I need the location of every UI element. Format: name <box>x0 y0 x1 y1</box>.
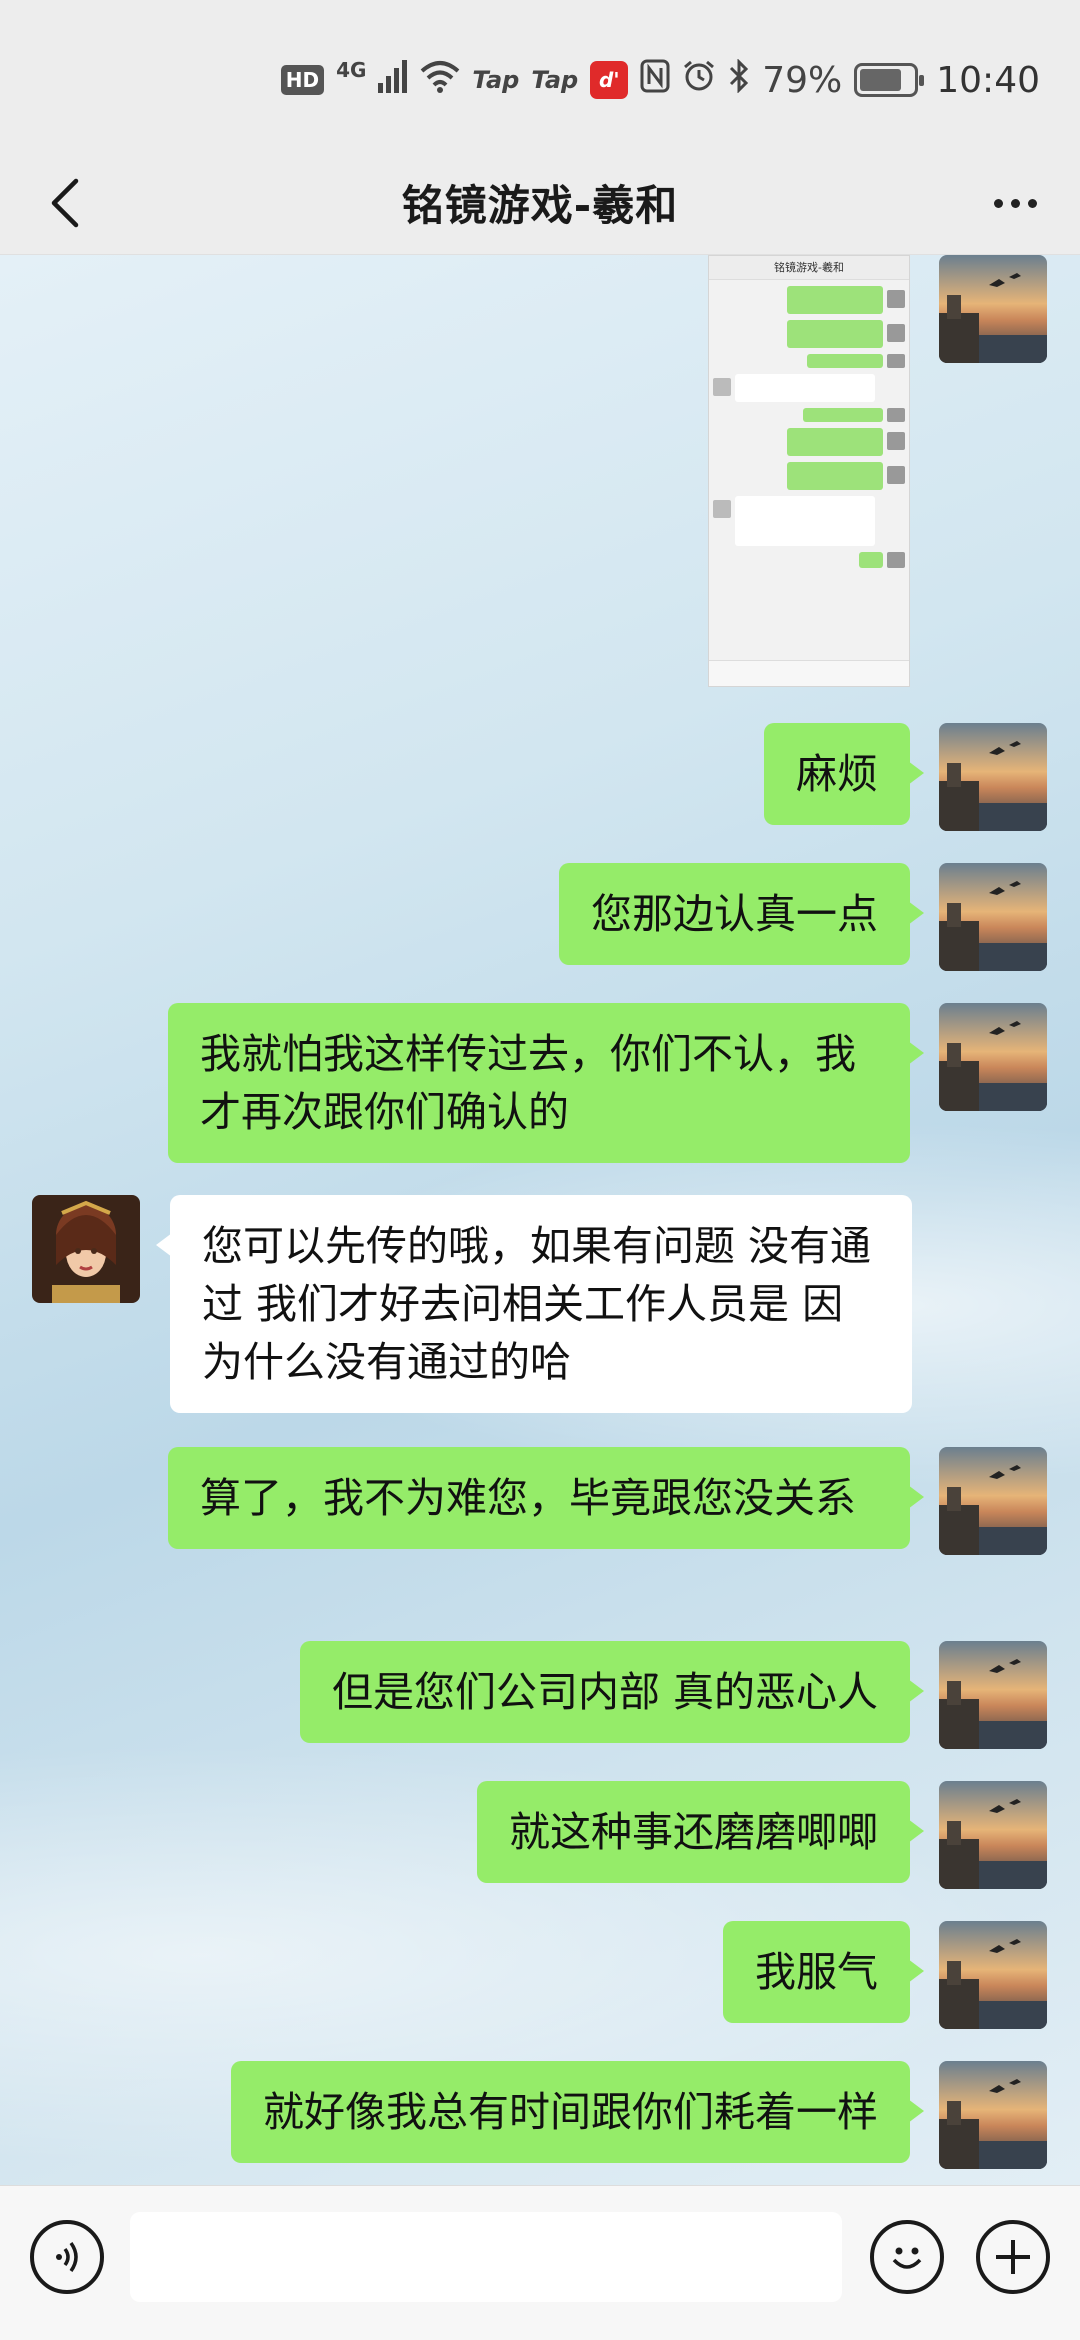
emoji-icon <box>892 2247 922 2269</box>
contact-avatar[interactable] <box>32 1195 140 1303</box>
avatar[interactable] <box>939 863 1047 971</box>
avatar[interactable] <box>939 1003 1047 1111</box>
plus-button[interactable] <box>976 2220 1050 2294</box>
status-icons: HD 4G Tap Tap d' 79% 10:40 <box>280 52 1040 108</box>
message-bubble-mine[interactable]: 我就怕我这样传过去，你们不认，我才再次跟你们确认的 <box>168 1003 924 1163</box>
status-bar: HD 4G Tap Tap d' 79% 10:40 <box>0 0 1080 150</box>
message-bubble-mine[interactable]: 麻烦 <box>764 723 924 825</box>
nfc-icon <box>640 59 670 102</box>
signal-icon <box>378 59 408 102</box>
hd-badge: HD <box>280 65 325 95</box>
bluetooth-icon <box>728 57 750 102</box>
alarm-icon <box>682 59 716 102</box>
message-bubble-mine[interactable]: 但是您们公司内部 真的恶心人 <box>299 1641 925 1743</box>
avatar[interactable] <box>939 255 1047 363</box>
message-bubble-mine[interactable]: 就这种事还磨磨唧唧 <box>477 1781 924 1883</box>
avatar[interactable] <box>939 723 1047 831</box>
avatar[interactable] <box>939 2061 1047 2169</box>
chevron-left-icon <box>51 178 79 228</box>
message-bubble-mine[interactable]: 就好像我总有时间跟你们耗着一样 <box>231 2061 924 2163</box>
avatar[interactable] <box>939 1921 1047 2029</box>
message-input[interactable] <box>130 2212 842 2302</box>
battery-icon <box>854 63 925 97</box>
plus-icon <box>996 2240 1030 2274</box>
chat-title: 铭镜游戏-羲和 <box>401 180 679 230</box>
message-bubble-mine[interactable]: 算了，我不为难您，毕竟跟您没关系 <box>168 1447 924 1549</box>
voice-icon <box>56 2241 78 2273</box>
more-button[interactable] <box>980 168 1050 238</box>
thumbnail-input-bar <box>709 660 909 686</box>
chat-header: 铭镜游戏-羲和 <box>0 150 1080 255</box>
taptap-icon-2: Tap <box>531 66 579 94</box>
message-bubble-theirs[interactable]: 您可以先传的哦，如果有问题 没有通过 我们才好去问相关工作人员是 因为什么没有通… <box>156 1195 912 1413</box>
input-bar <box>0 2185 1080 2340</box>
wifi-icon <box>420 59 460 102</box>
network-4g-icon: 4G <box>336 58 367 82</box>
more-dot <box>1010 198 1020 208</box>
clock: 10:40 <box>936 59 1040 101</box>
more-dots-icon <box>993 198 1003 208</box>
image-message[interactable]: 铭镜游戏-羲和 <box>708 255 910 687</box>
chat-area[interactable]: 铭镜游戏-羲和 麻烦 您那边认真一点 我就怕我这样传过去，你们不认，我才再次跟你… <box>0 255 1080 2185</box>
more-dot <box>1027 198 1037 208</box>
avatar[interactable] <box>939 1641 1047 1749</box>
message-bubble-mine[interactable]: 我服气 <box>723 1921 924 2023</box>
avatar[interactable] <box>939 1447 1047 1555</box>
back-button[interactable] <box>30 168 100 238</box>
app-notification-icon: d' <box>590 61 629 99</box>
voice-button[interactable] <box>30 2220 104 2294</box>
message-bubble-mine[interactable]: 您那边认真一点 <box>559 863 924 965</box>
taptap-icon: Tap <box>472 66 520 94</box>
battery-percent: 79% <box>762 59 843 101</box>
thumbnail-header: 铭镜游戏-羲和 <box>709 256 909 280</box>
avatar[interactable] <box>939 1781 1047 1889</box>
emoji-button[interactable] <box>870 2220 944 2294</box>
